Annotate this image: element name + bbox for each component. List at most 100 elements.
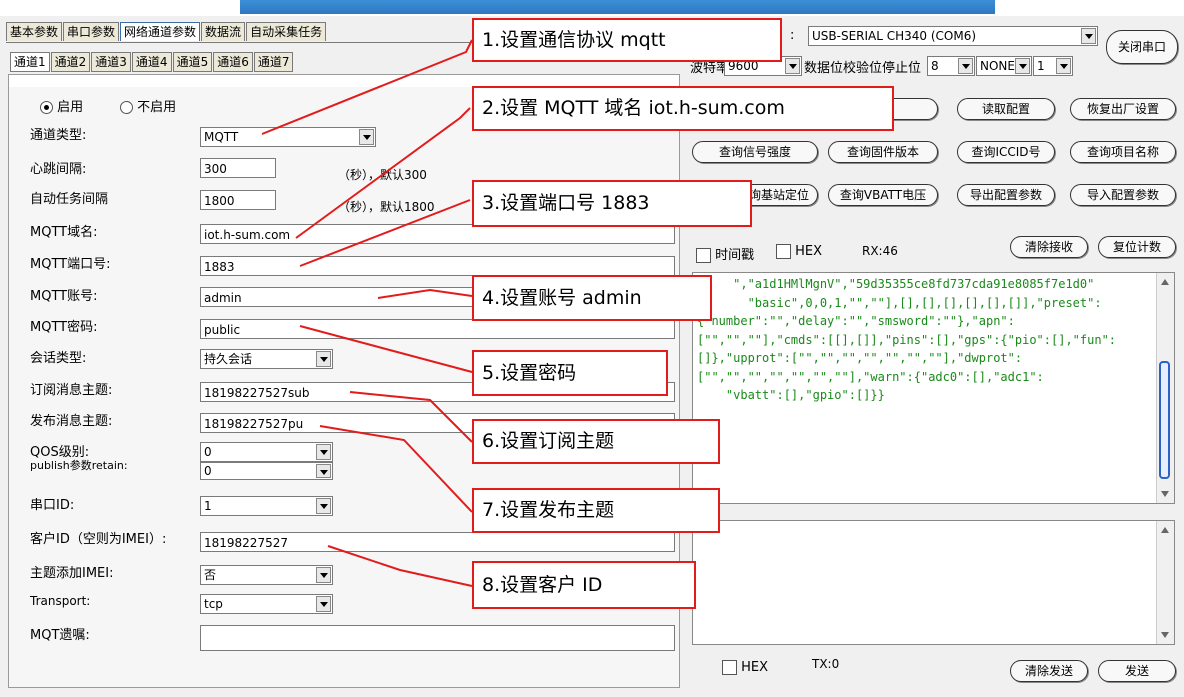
tab-channel-6[interactable]: 通道6 [213,52,253,72]
callout-6: 6.设置订阅主题 [472,419,720,464]
disable-label: 不启用 [137,100,177,115]
rx-hex-toggle[interactable]: HEX [776,244,822,259]
tx-count: TX:0 [812,657,840,671]
factory-reset-button[interactable]: 恢复出厂设置 [1070,98,1176,120]
channel-type-label: 通道类型: [30,128,87,143]
tx-hex-label: HEX [741,660,769,675]
tab-dataflow[interactable]: 数据流 [201,22,246,41]
com-port-select[interactable]: USB-SERIAL CH340 (COM6) [808,26,1098,46]
domain-input[interactable]: iot.h-sum.com [200,224,675,244]
tx-scrollbar[interactable] [1156,521,1174,644]
channel-tabs: 通道1 通道2 通道3 通道4 通道5 通道6 通道7 [10,52,294,72]
chevron-down-icon[interactable] [316,498,331,514]
checkbox-icon [776,244,791,259]
tab-network[interactable]: 网络通道参数 [120,22,201,41]
port-label: MQTT端口号: [30,257,111,272]
rx-scrollbar[interactable] [1156,273,1174,503]
stopbits-select[interactable]: 1 [1033,56,1073,76]
timestamp-label: 时间戳 [715,248,755,263]
password-input[interactable]: public [200,319,675,339]
tab-channel-7[interactable]: 通道7 [253,52,294,72]
tab-channel-4[interactable]: 通道4 [131,52,172,72]
clear-rx-button[interactable]: 清除接收 [1010,236,1088,258]
account-label: MQTT账号: [30,289,98,304]
close-port-button[interactable]: 关闭串口 [1106,30,1178,64]
tx-input[interactable] [692,520,1175,645]
chevron-down-icon[interactable] [1081,28,1096,44]
tab-auto-collect[interactable]: 自动采集任务 [246,22,327,41]
query-project-button[interactable]: 查询项目名称 [1070,141,1176,163]
heartbeat-input[interactable]: 300 [200,158,276,178]
query-vbatt-button[interactable]: 查询VBATT电压 [828,184,938,206]
chevron-down-icon[interactable] [1015,58,1030,74]
disable-radio[interactable]: 不启用 [120,96,176,115]
read-config-button[interactable]: 读取配置 [957,98,1055,120]
query-iccid-button[interactable]: 查询ICCID号 [957,141,1055,163]
chevron-down-icon[interactable] [316,596,331,612]
timestamp-toggle[interactable]: 时间戳 [696,244,754,263]
radio-on-icon [40,101,53,114]
chevron-down-icon[interactable] [1056,58,1071,74]
chevron-down-icon[interactable] [785,58,800,74]
rx-hex-label: HEX [795,244,823,259]
scroll-thumb[interactable] [1159,361,1170,479]
scroll-down-icon[interactable] [1161,632,1169,638]
session-label: 会话类型: [30,351,87,366]
query-signal-button[interactable]: 查询信号强度 [692,141,818,163]
callout-5: 5.设置密码 [472,350,668,396]
password-label: MQTT密码: [30,320,98,335]
query-firmware-button[interactable]: 查询固件版本 [828,141,938,163]
main-tabs: 基本参数 串口参数 网络通道参数 数据流 自动采集任务 [6,22,327,42]
sub-topic-label: 订阅消息主题: [30,383,113,398]
tab-channel-5[interactable]: 通道5 [172,52,213,72]
port-input[interactable]: 1883 [200,256,675,276]
topic-imei-value: 否 [204,568,217,582]
clear-tx-button[interactable]: 清除发送 [1010,660,1088,682]
session-value: 持久会话 [204,352,253,366]
tx-hex-toggle[interactable]: HEX [722,660,768,675]
retain-select[interactable]: 0 [200,462,333,480]
tab-basic[interactable]: 基本参数 [6,22,63,41]
qos-select[interactable]: 0 [200,442,333,462]
chevron-down-icon[interactable] [316,351,331,367]
heartbeat-hint: （秒），默认300 [338,168,427,182]
rx-display[interactable]: ","a1d1HMlMgnV","59d35355ce8fd737cda91e8… [692,272,1175,504]
chevron-down-icon[interactable] [316,464,331,478]
tab-channel-1[interactable]: 通道1 [10,52,50,72]
transport-value: tcp [204,597,223,611]
scroll-down-icon[interactable] [1161,491,1169,497]
transport-select[interactable]: tcp [200,594,333,614]
auto-task-input[interactable]: 1800 [200,190,276,210]
rx-text: ","a1d1HMlMgnV","59d35355ce8fd737cda91e8… [697,277,1117,402]
tab-channel-2[interactable]: 通道2 [50,52,91,72]
topic-imei-select[interactable]: 否 [200,565,333,585]
reset-count-button[interactable]: 复位计数 [1098,236,1176,258]
tab-serial[interactable]: 串口参数 [63,22,120,41]
chevron-down-icon[interactable] [316,444,331,460]
client-id-label: 客户ID（空则为IMEI）: [30,532,167,547]
will-input[interactable] [200,625,675,651]
serial-id-label: 串口ID: [30,498,75,513]
scroll-up-icon[interactable] [1161,279,1169,285]
channel-type-select[interactable]: MQTT [200,127,376,147]
scroll-up-icon[interactable] [1161,527,1169,533]
chevron-down-icon[interactable] [316,567,331,583]
checkbox-icon [722,660,737,675]
chevron-down-icon[interactable] [359,129,374,145]
title-band [240,0,995,14]
enable-radio[interactable]: 启用 [40,96,83,115]
import-config-button[interactable]: 导入配置参数 [1070,184,1176,206]
parity-select[interactable]: NONE [976,56,1032,76]
auto-task-label: 自动任务间隔 [30,192,109,207]
export-config-button[interactable]: 导出配置参数 [957,184,1055,206]
tab-channel-3[interactable]: 通道3 [91,52,131,72]
auto-task-hint: （秒），默认1800 [338,200,435,214]
radio-off-icon [120,101,133,114]
client-id-input[interactable]: 18198227527 [200,532,675,552]
chevron-down-icon[interactable] [958,58,973,74]
callout-1: 1.设置通信协议 mqtt [472,18,782,62]
serial-id-select[interactable]: 1 [200,496,333,516]
send-button[interactable]: 发送 [1098,660,1176,682]
databits-select[interactable]: 8 [927,56,975,76]
session-select[interactable]: 持久会话 [200,349,333,369]
